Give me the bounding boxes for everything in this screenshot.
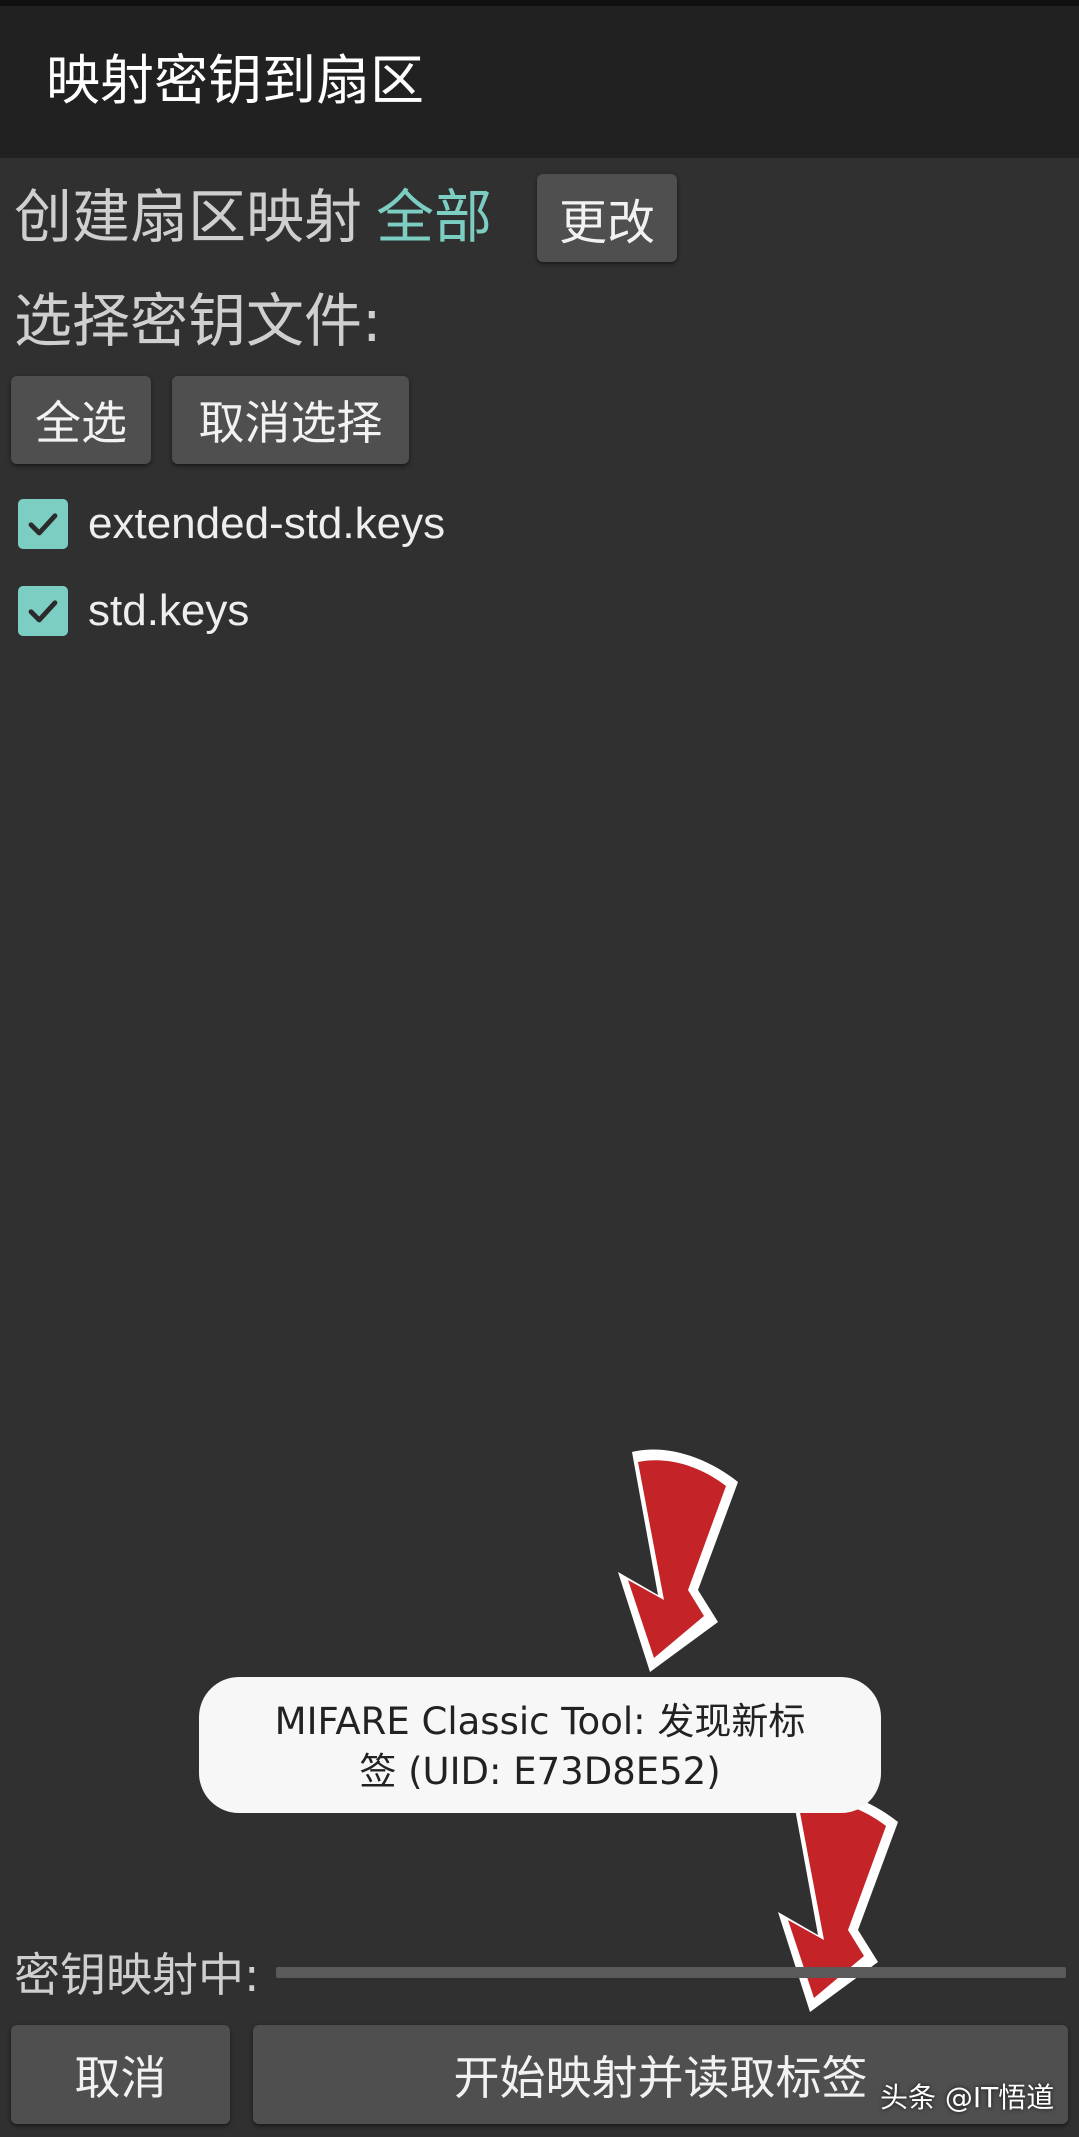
arrow-down-icon (618, 1449, 738, 1672)
toast-notification: MIFARE Classic Tool: 发现新标 签 (UID: E73D8E… (199, 1677, 881, 1813)
check-icon (28, 513, 58, 536)
cancel-button[interactable]: 取消 (11, 2025, 230, 2124)
key-file-name: std.keys (88, 586, 250, 635)
sector-map-value: 全部 (376, 183, 493, 251)
mapping-progress-bar (275, 1966, 1066, 1978)
change-sector-map-button[interactable]: 更改 (537, 174, 677, 262)
deselect-all-button[interactable]: 取消选择 (172, 376, 409, 464)
toast-line-2: 签 (UID: E73D8E52) (359, 1750, 721, 1793)
toast-line-1: MIFARE Classic Tool: 发现新标 (274, 1700, 806, 1743)
app-toolbar: 映射密钥到扇区 (0, 6, 1079, 158)
key-file-item[interactable]: std.keys (18, 581, 249, 641)
key-file-checkbox[interactable] (18, 499, 68, 549)
check-icon (28, 600, 58, 623)
key-file-checkbox[interactable] (18, 586, 68, 636)
sector-map-row: 创建扇区映射 全部 (14, 172, 492, 262)
key-file-item[interactable]: extended-std.keys (18, 494, 445, 554)
mapping-progress-row: 密钥映射中: (14, 1932, 1066, 2012)
key-file-name: extended-std.keys (88, 499, 446, 548)
page-title: 映射密钥到扇区 (46, 49, 424, 112)
sector-map-label: 创建扇区映射 (14, 183, 363, 251)
select-all-button[interactable]: 全选 (11, 376, 151, 464)
mapping-progress-label: 密钥映射中: (14, 1948, 260, 2002)
watermark: 头条 @IT悟道 (880, 2081, 1055, 2114)
key-files-label: 选择密钥文件: (14, 287, 382, 355)
